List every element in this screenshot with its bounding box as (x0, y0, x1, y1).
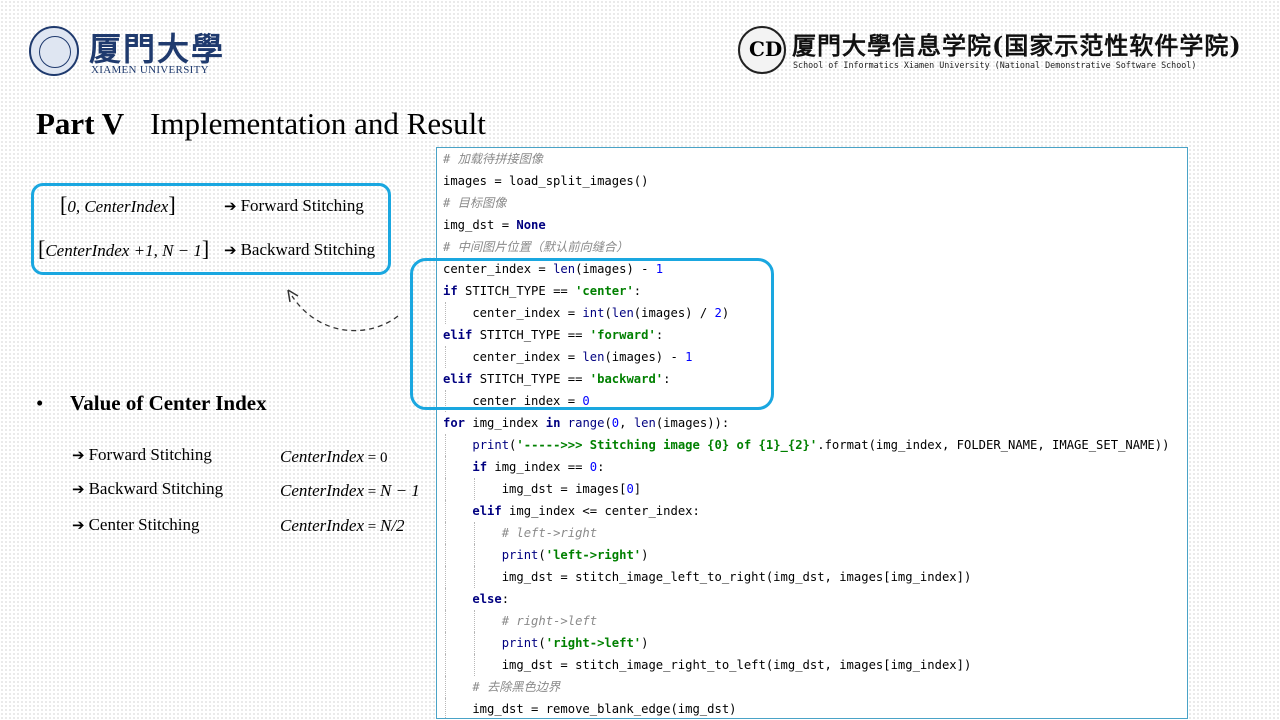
indent-guide (445, 478, 446, 500)
value-row-forward: ➔ Forward Stitching (72, 445, 212, 465)
university-seal-icon (29, 26, 79, 76)
indent-guide (445, 588, 446, 610)
part-label: Part V (36, 106, 125, 141)
indent-guide (445, 544, 446, 566)
code-line: img_dst = None (443, 218, 546, 232)
indent-guide (445, 456, 446, 478)
indent-guide (474, 654, 476, 676)
backward-label-row: ➔ Backward Stitching (214, 240, 375, 260)
forward-stitching-label: Forward Stitching (240, 196, 364, 215)
school-name-en: School of Informatics Xiamen University … (793, 60, 1197, 70)
school-name-cn: 厦門大學信息学院(国家示范性软件学院) (792, 31, 1242, 60)
university-name-en: XIAMEN UNIVERSITY (91, 64, 209, 76)
indent-guide (474, 566, 476, 588)
code-line: img_dst = stitch_image_right_to_left(img… (443, 658, 972, 672)
code-line: if img_index == 0: (472, 460, 605, 474)
code-line: img_dst = remove_blank_edge(img_dst) (443, 702, 737, 716)
code-line: # 去除黑色边界 (472, 680, 561, 694)
value-label: Forward Stitching (88, 445, 212, 464)
indent-guide (445, 632, 446, 654)
code-line: # 目标图像 (443, 196, 507, 210)
code-line: for img_index in range(0, len(images)): (443, 416, 730, 430)
dashed-curve-arrow-icon (287, 289, 399, 332)
backward-stitching-label: Backward Stitching (240, 240, 376, 259)
indent-guide (474, 522, 476, 544)
forward-range-row: [0, CenterIndex] (60, 192, 176, 217)
slide-title: Part V Implementation and Result (36, 106, 486, 142)
code-block: # 加载待拼接图像 images = load_split_images() # 目… (436, 147, 1188, 719)
indent-guide (474, 544, 476, 566)
indent-guide (445, 434, 446, 456)
code-line: print('----->>> Stitching image {0} of {… (472, 438, 1170, 452)
value-label: Backward Stitching (88, 479, 224, 498)
code-line: elif img_index <= center_index: (472, 504, 700, 518)
indent-guide (445, 500, 446, 522)
right-arrow-icon: ➔ (72, 480, 85, 498)
formula-backward: CenterIndex = N − 1 (280, 481, 420, 500)
code-line: # 加载待拼接图像 (443, 152, 543, 166)
right-arrow-icon: ➔ (72, 446, 85, 464)
indent-guide (474, 610, 476, 632)
indent-guide (474, 478, 476, 500)
code-line: images = load_split_images() (443, 174, 649, 188)
backward-range-row: [CenterIndex +1, N − 1] (38, 236, 210, 261)
indent-guide (445, 654, 446, 676)
center-index-heading: • Value of Center Index (36, 391, 267, 416)
school-seal-icon: CD (738, 26, 786, 74)
right-arrow-icon: ➔ (72, 516, 85, 534)
formula-forward: CenterIndex = 0 (280, 447, 388, 466)
forward-range-formula: CenterIndex (84, 197, 169, 216)
code-line: # left->right (501, 526, 598, 540)
value-row-backward: ➔ Backward Stitching (72, 479, 223, 499)
right-arrow-icon: ➔ (224, 241, 237, 259)
value-label: Center Stitching (88, 515, 200, 534)
center-index-highlight-box (410, 258, 774, 410)
school-of-informatics-logo: CD 厦門大學信息学院(国家示范性软件学院) School of Informa… (738, 22, 1258, 78)
indent-guide (445, 676, 446, 698)
value-row-center: ➔ Center Stitching (72, 515, 200, 535)
formula-center: CenterIndex = N/2 (280, 516, 405, 535)
code-line: img_dst = stitch_image_left_to_right(img… (443, 570, 972, 584)
title-text: Implementation and Result (150, 106, 486, 141)
forward-label-row: ➔ Forward Stitching (214, 196, 364, 216)
code-line: else: (472, 592, 510, 606)
indent-guide (445, 610, 446, 632)
right-arrow-icon: ➔ (224, 197, 237, 215)
code-line: # right->left (501, 614, 598, 628)
indent-guide (445, 566, 446, 588)
indent-guide (445, 522, 446, 544)
heading-text: Value of Center Index (70, 391, 267, 415)
backward-range-formula: CenterIndex +1, N − 1 (45, 241, 202, 260)
code-line: # 中间图片位置（默认前向缝合） (443, 240, 629, 254)
indent-guide (445, 698, 446, 718)
bullet-dot: • (36, 391, 44, 415)
code-line: img_dst = images[0] (443, 482, 642, 496)
indent-guide (474, 632, 476, 654)
xiamen-university-logo: 厦門大學 XIAMEN UNIVERSITY (29, 24, 229, 80)
